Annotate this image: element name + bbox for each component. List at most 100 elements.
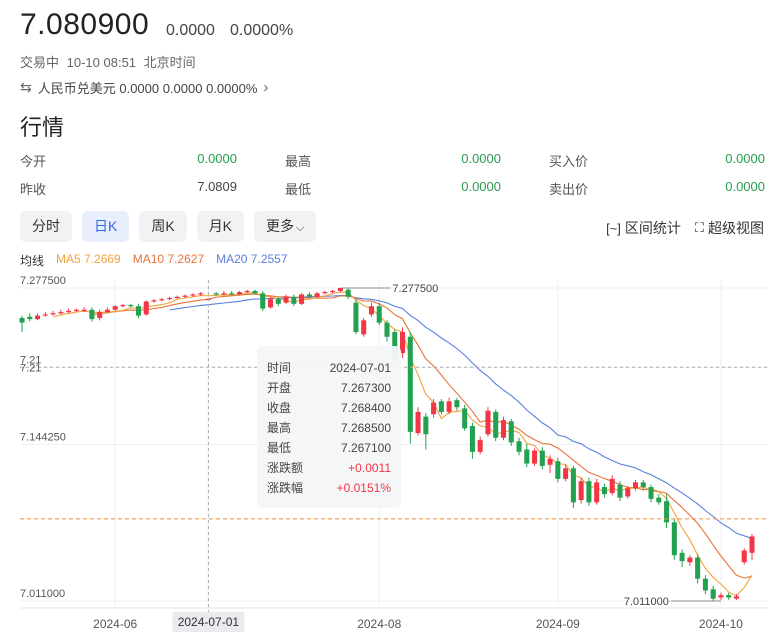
candle-body <box>749 536 755 553</box>
candle-body <box>221 293 227 295</box>
high-marker-label: 7.277500 <box>392 283 438 295</box>
candle-body <box>594 482 600 503</box>
candle-body <box>695 557 701 579</box>
change-value: 0.0000 <box>166 22 215 39</box>
x-tick-label: 2024-06 <box>93 617 137 631</box>
tooltip-key: 涨跌幅 <box>267 481 304 495</box>
tab-intraday[interactable]: 分时 <box>20 211 72 242</box>
candle-body <box>19 317 25 323</box>
candle-body <box>687 557 693 563</box>
candle-body <box>35 315 41 320</box>
y-tick-label: 7.144250 <box>20 432 66 444</box>
range-stats-button[interactable]: [~] 区间统计 <box>606 218 681 238</box>
candle-body <box>384 322 390 337</box>
candle-body <box>640 482 646 488</box>
tooltip-value: +0.0151% <box>336 481 391 495</box>
tooltip-key: 时间 <box>267 361 292 375</box>
candle-body <box>27 316 33 320</box>
trade-status: 交易中 10-10 08:51 北京时间 <box>20 52 200 71</box>
candle-body <box>446 401 452 412</box>
candle-body <box>578 481 584 500</box>
candle-body <box>182 295 188 297</box>
candle-body <box>438 401 444 412</box>
swap-icon: ⇆ <box>20 79 32 95</box>
quote-label: 最低 <box>285 182 312 197</box>
candle-body <box>73 309 79 311</box>
candle-body <box>431 402 437 415</box>
price: 7.080900 <box>20 8 150 41</box>
candle-body <box>656 497 662 503</box>
candle-body <box>97 312 103 318</box>
candle-body <box>159 299 165 301</box>
candle-body <box>485 410 491 435</box>
tooltip-key: 涨跌额 <box>267 461 304 475</box>
candle-body <box>609 478 615 493</box>
chart-tools: [~] 区间统计 ⛶ 超级视图 <box>606 218 764 238</box>
candle-body <box>291 296 297 304</box>
candle-body <box>493 411 499 438</box>
tab-daily-k[interactable]: 日K <box>82 211 130 242</box>
candle-body <box>539 450 545 466</box>
candle-body <box>322 292 328 294</box>
candle-body <box>454 400 460 408</box>
candle-body <box>586 481 592 503</box>
crosshair-y-label: 7.21 <box>20 362 41 374</box>
candle-body <box>462 408 468 429</box>
candle-body <box>120 305 126 307</box>
candle-body <box>143 301 149 315</box>
candle-body <box>741 550 747 563</box>
tooltip-row: 涨跌额 +0.0011 <box>257 458 401 478</box>
tooltip-value: 7.267300 <box>340 381 391 395</box>
candle-body <box>524 449 530 464</box>
quote-label: 最高 <box>285 154 312 169</box>
candle-body <box>415 411 421 434</box>
candle-body <box>679 552 685 562</box>
expand-icon: ⛶ <box>694 220 704 235</box>
tab-weekly-k[interactable]: 周K <box>139 211 187 242</box>
candle-body <box>213 293 219 295</box>
candle-body <box>469 426 475 452</box>
tab-more[interactable]: 更多 ⌵ <box>254 211 317 242</box>
tooltip-row: 开盘 7.267300 <box>257 378 401 398</box>
candle-body <box>702 578 708 591</box>
candle-body <box>167 297 173 300</box>
change-pct: 0.0000% <box>230 22 294 39</box>
tooltip-value: 7.267100 <box>340 441 391 455</box>
section-title: 行情 <box>20 115 65 140</box>
candle-body <box>104 309 110 313</box>
super-view-button[interactable]: ⛶ 超级视图 <box>695 218 764 238</box>
candle-body <box>617 484 623 498</box>
candle-body <box>423 416 429 435</box>
candle-body <box>330 290 336 293</box>
tooltip-key: 开盘 <box>267 381 292 395</box>
candle-body <box>733 596 739 599</box>
low-marker-label: 7.011000 <box>624 596 669 608</box>
x-tick-label: 2024-09 <box>536 617 580 631</box>
candle-body <box>135 306 142 316</box>
candle-body <box>601 487 607 495</box>
candle-body <box>361 320 367 335</box>
candle-body <box>477 440 483 452</box>
tooltip-key: 最低 <box>267 441 292 455</box>
quote-label: 买入价 <box>549 154 589 169</box>
quote-value: 7.0809 <box>197 179 237 194</box>
candle-body <box>252 290 258 294</box>
pair-link[interactable]: ⇆ 人民币兑美元 0.0000 0.0000 0.0000% › <box>20 78 268 97</box>
candle-body <box>236 292 242 295</box>
crosshair-x-label: 2024-07-01 <box>178 615 240 629</box>
candle-body <box>648 487 654 499</box>
candle-body <box>625 488 631 497</box>
candle-body <box>314 293 320 297</box>
super-view-label: 超级视图 <box>708 220 764 236</box>
candle-body <box>128 305 134 307</box>
candle-body <box>89 309 95 320</box>
tooltip-value: +0.0011 <box>348 461 391 475</box>
candle-body <box>244 290 250 293</box>
tab-monthly-k[interactable]: 月K <box>196 211 245 242</box>
candle-body <box>632 482 639 489</box>
candle-body <box>306 294 312 297</box>
quote-value: 0.0000 <box>197 151 237 166</box>
ma10-line <box>91 293 753 579</box>
candle-body <box>718 595 724 598</box>
candle-body <box>368 306 374 315</box>
